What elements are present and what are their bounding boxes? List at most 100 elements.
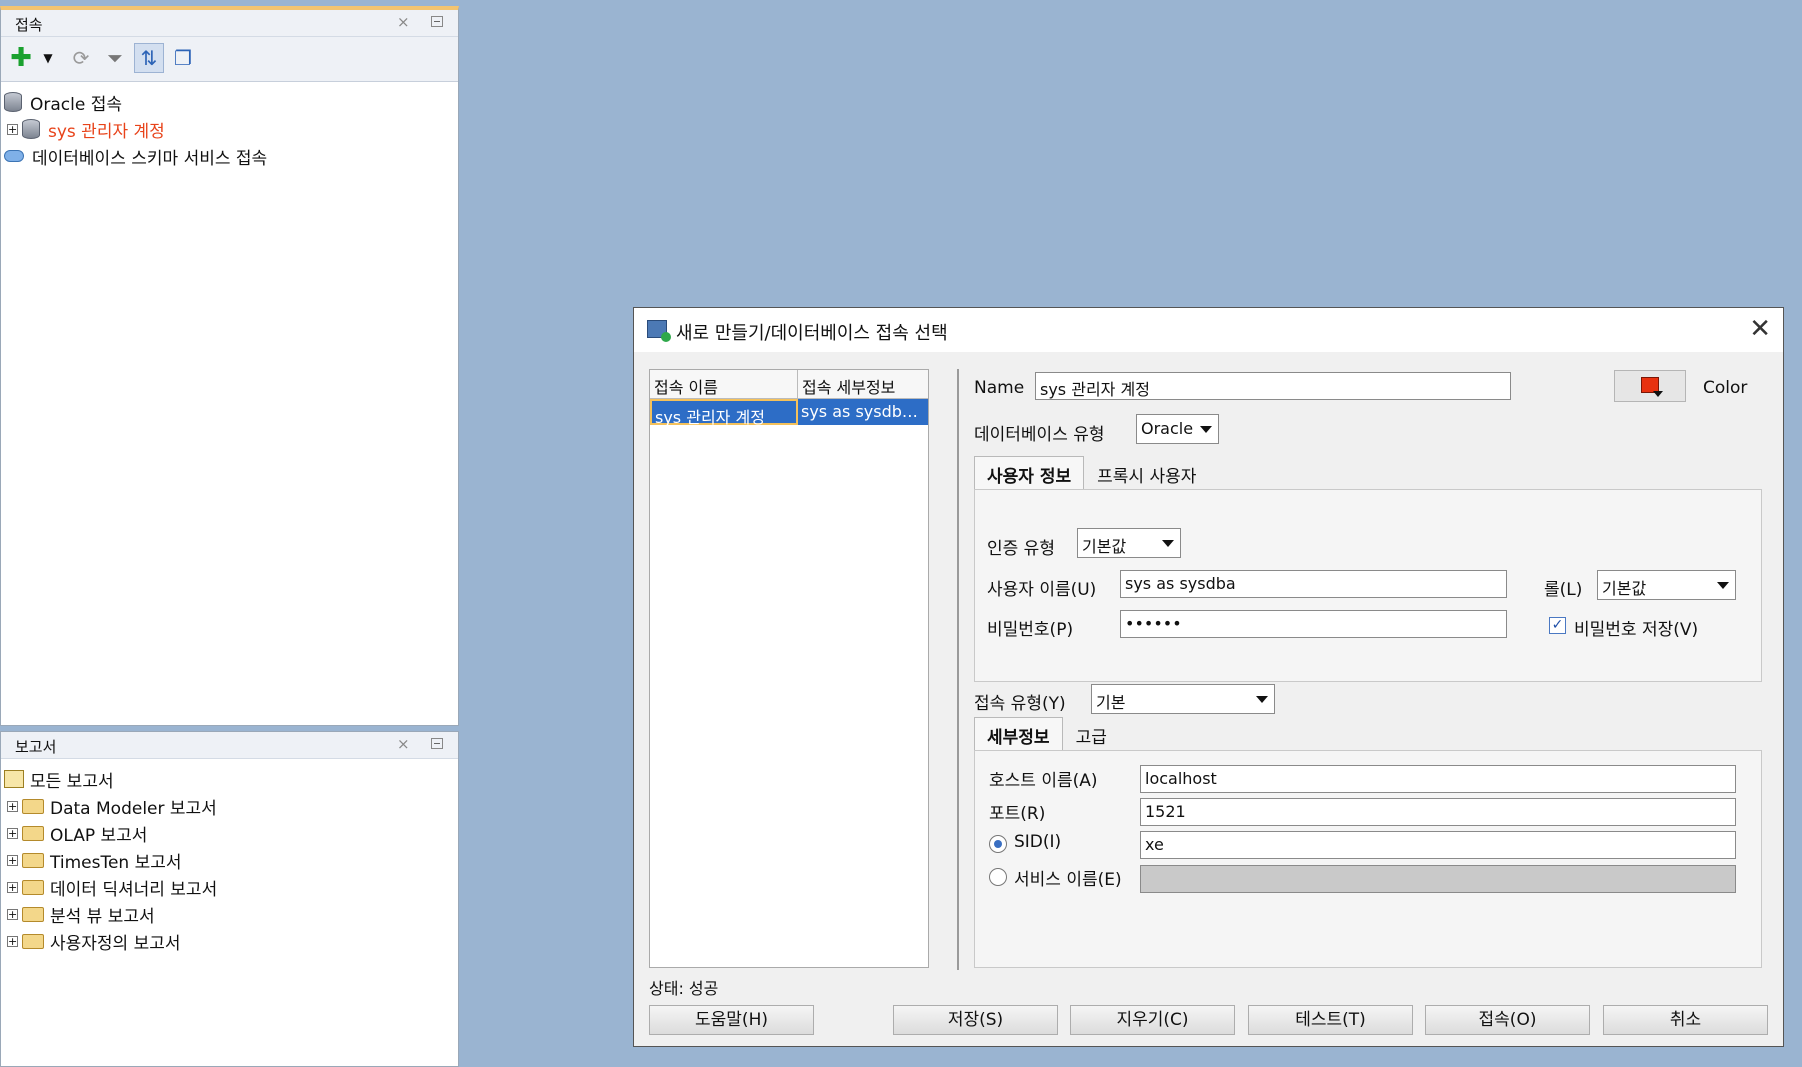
tab-proxy-user[interactable]: 프록시 사용자 bbox=[1084, 456, 1209, 492]
tree-node-label: sys 관리자 계정 bbox=[48, 121, 165, 142]
panel-close-icon[interactable]: × bbox=[397, 13, 410, 31]
tree-node-label: 모든 보고서 bbox=[30, 771, 114, 792]
tree-node-sys-admin[interactable]: + sys 관리자 계정 bbox=[7, 117, 165, 142]
column-header-name[interactable]: 접속 이름 bbox=[650, 370, 798, 398]
folder-icon bbox=[22, 798, 44, 814]
cancel-button[interactable]: 취소 bbox=[1603, 1005, 1768, 1035]
tree-node-label: TimesTen 보고서 bbox=[50, 852, 182, 873]
password-label: 비밀번호(P) bbox=[987, 620, 1074, 640]
connection-name-cell: sys 관리자 계정 bbox=[650, 399, 798, 427]
add-connection-icon[interactable]: ✚ bbox=[7, 43, 35, 73]
chevron-down-icon[interactable]: ▼ bbox=[37, 43, 59, 73]
dialog-title: 새로 만들기/데이터베이스 접속 선택 bbox=[676, 323, 948, 344]
connections-panel-title: 접속 bbox=[15, 16, 43, 34]
chevron-down-icon bbox=[1200, 426, 1212, 433]
database-type-value: Oracle bbox=[1141, 419, 1194, 438]
username-field[interactable]: sys as sysdba bbox=[1120, 570, 1507, 598]
tree-node-report[interactable]: + OLAP 보고서 bbox=[7, 821, 148, 846]
expand-icon[interactable]: + bbox=[7, 123, 18, 135]
service-name-radio[interactable] bbox=[989, 868, 1007, 886]
folder-icon bbox=[22, 852, 44, 868]
close-icon[interactable]: ✕ bbox=[1749, 314, 1771, 344]
sid-field[interactable]: xe bbox=[1140, 831, 1736, 859]
auth-type-select[interactable]: 기본값 bbox=[1077, 528, 1181, 558]
tree-node-oracle-connections[interactable]: Oracle 접속 bbox=[4, 90, 123, 115]
reports-icon bbox=[4, 770, 24, 788]
status-text: 상태: 성공 bbox=[649, 979, 719, 998]
panel-minimize-icon[interactable] bbox=[431, 16, 443, 27]
name-label: Name bbox=[974, 378, 1025, 398]
database-type-select[interactable]: Oracle bbox=[1136, 414, 1219, 444]
tree-node-label: 분석 뷰 보고서 bbox=[50, 906, 155, 927]
filter-icon[interactable]: ⏷ bbox=[101, 43, 129, 73]
tree-node-report[interactable]: + Data Modeler 보고서 bbox=[7, 794, 217, 819]
table-row[interactable]: sys 관리자 계정 sys as sysdba... bbox=[650, 399, 928, 427]
user-tabs: 사용자 정보 프록시 사용자 bbox=[974, 456, 1209, 492]
tree-node-label: Data Modeler 보고서 bbox=[50, 798, 217, 819]
detail-tabs: 세부정보 고급 bbox=[974, 717, 1120, 753]
tab-details[interactable]: 세부정보 bbox=[974, 717, 1063, 753]
sid-radio[interactable] bbox=[989, 835, 1007, 853]
tree-node-report[interactable]: + TimesTen 보고서 bbox=[7, 848, 182, 873]
tree-node-all-reports[interactable]: 모든 보고서 bbox=[4, 767, 114, 792]
save-password-label: 비밀번호 저장(V) bbox=[1574, 620, 1699, 640]
chevron-down-icon bbox=[1256, 696, 1268, 703]
expand-icon[interactable]: + bbox=[7, 935, 18, 947]
password-field[interactable]: •••••• bbox=[1120, 610, 1507, 638]
auth-type-label: 인증 유형 bbox=[987, 539, 1055, 559]
tree-node-label: 데이터베이스 스키마 서비스 접속 bbox=[32, 148, 268, 169]
sid-label: SID(I) bbox=[1014, 832, 1062, 852]
connection-type-select[interactable]: 기본 bbox=[1091, 684, 1275, 714]
tree-node-report[interactable]: + 사용자정의 보고서 bbox=[7, 929, 181, 954]
connection-type-label: 접속 유형(Y) bbox=[974, 694, 1066, 714]
tree-node-label: OLAP 보고서 bbox=[50, 825, 148, 846]
save-button[interactable]: 저장(S) bbox=[893, 1005, 1058, 1035]
chevron-down-icon bbox=[1162, 540, 1174, 547]
expand-icon[interactable]: + bbox=[7, 827, 18, 839]
name-field[interactable]: sys 관리자 계정 bbox=[1035, 372, 1511, 400]
clear-button[interactable]: 지우기(C) bbox=[1070, 1005, 1235, 1035]
service-name-field[interactable] bbox=[1140, 865, 1736, 893]
host-field[interactable]: localhost bbox=[1140, 765, 1736, 793]
panel-close-icon[interactable]: × bbox=[397, 735, 410, 753]
chevron-down-icon bbox=[1653, 391, 1663, 397]
tree-node-label: Oracle 접속 bbox=[30, 94, 123, 115]
tree-node-report[interactable]: + 데이터 딕셔너리 보고서 bbox=[7, 875, 218, 900]
test-button[interactable]: 테스트(T) bbox=[1248, 1005, 1413, 1035]
connect-button[interactable]: 접속(O) bbox=[1425, 1005, 1590, 1035]
help-button[interactable]: 도움말(H) bbox=[649, 1005, 814, 1035]
expand-icon[interactable]: + bbox=[7, 881, 18, 893]
auth-type-value: 기본값 bbox=[1082, 537, 1127, 556]
connections-panel: 접속 × ✚ ▼ ⟳ ⏷ ⇅ ❐ Oracle 접속 + sys 관리자 계정 … bbox=[0, 6, 459, 726]
unshared-connection-icon[interactable]: ❐ bbox=[169, 43, 197, 73]
role-label: 롤(L) bbox=[1544, 580, 1583, 600]
role-value: 기본값 bbox=[1602, 579, 1647, 598]
color-picker-button[interactable] bbox=[1614, 370, 1686, 402]
expand-icon[interactable]: + bbox=[7, 800, 18, 812]
column-header-details[interactable]: 접속 세부정보 bbox=[798, 370, 928, 398]
connection-type-value: 기본 bbox=[1096, 693, 1126, 712]
port-field[interactable]: 1521 bbox=[1140, 798, 1736, 826]
dialog-titlebar: 새로 만들기/데이터베이스 접속 선택 ✕ bbox=[634, 308, 1783, 352]
expand-icon[interactable]: + bbox=[7, 908, 18, 920]
tab-advanced[interactable]: 고급 bbox=[1063, 717, 1120, 753]
folder-icon bbox=[22, 879, 44, 895]
tab-user-info[interactable]: 사용자 정보 bbox=[974, 456, 1085, 492]
database-icon bbox=[4, 92, 22, 112]
new-connection-icon bbox=[647, 320, 671, 342]
chevron-down-icon bbox=[1717, 582, 1729, 589]
panel-minimize-icon[interactable] bbox=[431, 738, 443, 749]
refresh-icon[interactable]: ⟳ bbox=[67, 43, 95, 73]
splitter[interactable] bbox=[957, 369, 959, 970]
tree-node-label: 사용자정의 보고서 bbox=[50, 933, 181, 954]
database-type-label: 데이터베이스 유형 bbox=[974, 425, 1105, 445]
tree-node-cloud-connections[interactable]: 데이터베이스 스키마 서비스 접속 bbox=[4, 144, 268, 169]
expand-icon[interactable]: + bbox=[7, 854, 18, 866]
schema-browser-icon[interactable]: ⇅ bbox=[134, 43, 164, 73]
host-label: 호스트 이름(A) bbox=[989, 771, 1098, 791]
folder-icon bbox=[22, 825, 44, 841]
role-select[interactable]: 기본값 bbox=[1597, 570, 1736, 600]
tree-node-report[interactable]: + 분석 뷰 보고서 bbox=[7, 902, 155, 927]
save-password-checkbox[interactable]: ✓ bbox=[1549, 617, 1566, 634]
tree-node-label: 데이터 딕셔너리 보고서 bbox=[50, 879, 218, 900]
